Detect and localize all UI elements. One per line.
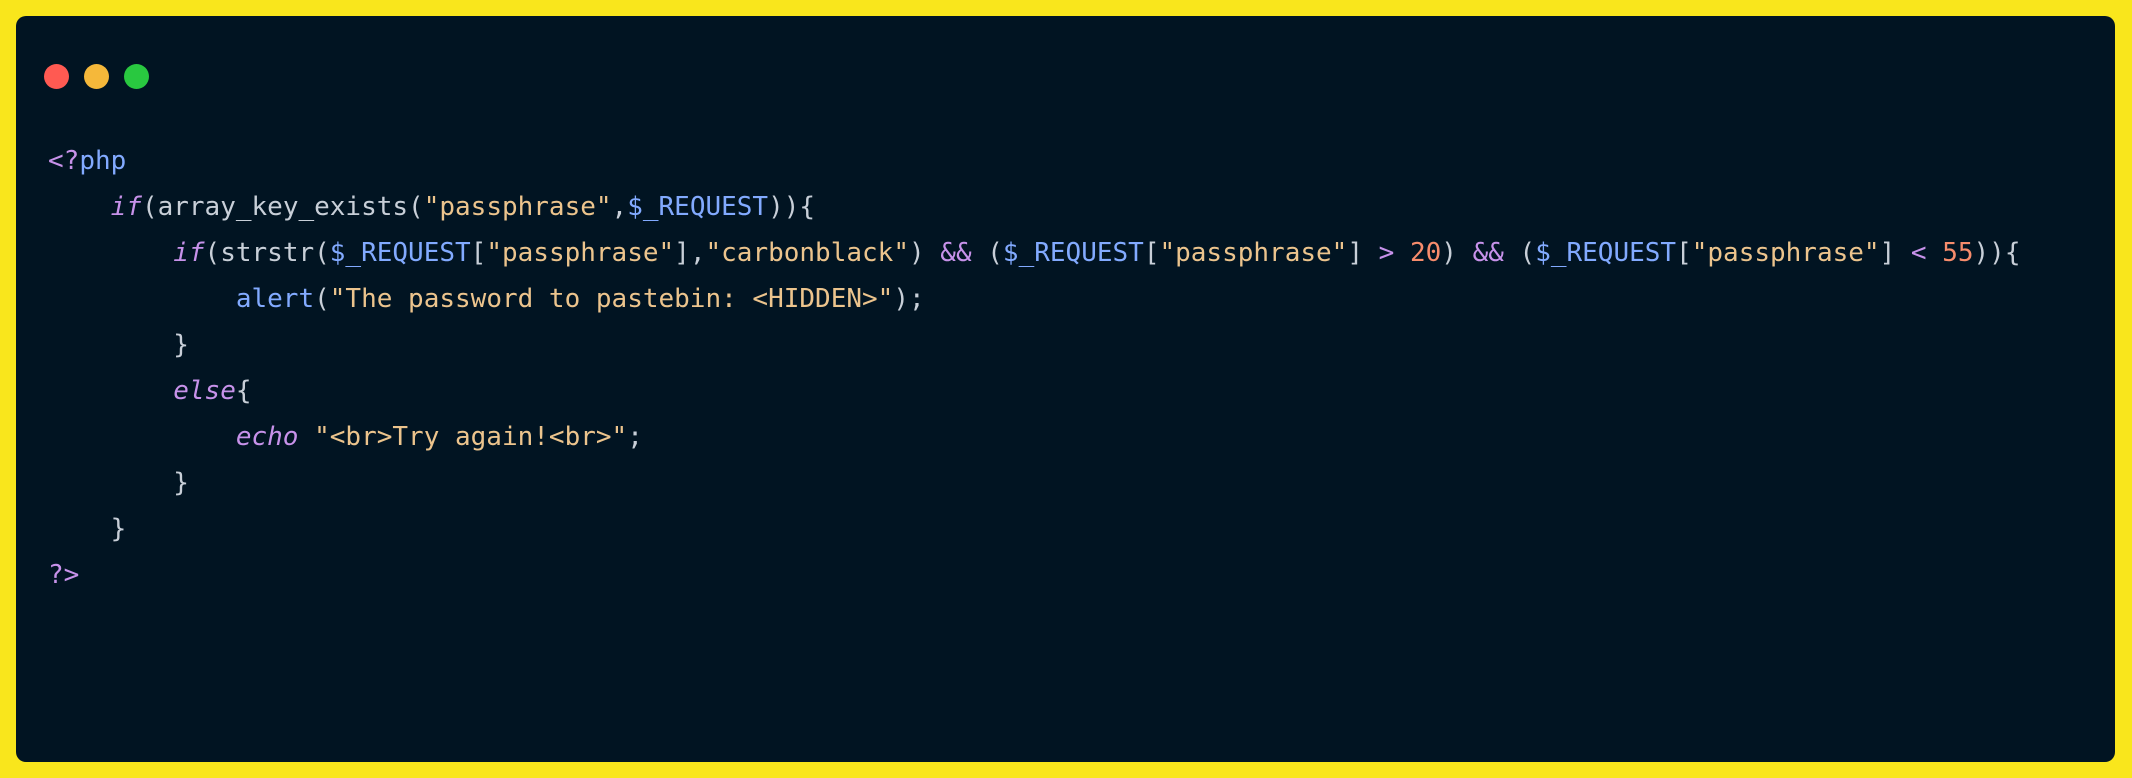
code-token: "carbonblack" [705,238,909,268]
code-token: $_REQUEST [627,192,769,222]
code-line: ?> [48,552,2020,598]
code-token: "passphrase" [1691,238,1880,268]
code-token: echo [235,422,299,452]
code-line: alert("The password to pastebin: <HIDDEN… [48,276,2020,322]
code-token: "<br>Try again!<br>" [314,422,628,452]
code-token: && [1472,238,1504,268]
code-token: alert [235,284,315,314]
code-token: else [173,376,236,406]
code-line: else{ [48,368,2020,414]
code-token: > [1378,238,1395,268]
code-line: <?php [48,138,2020,184]
code-block: <?php if(array_key_exists("passphrase",$… [48,138,2020,598]
code-token: ) [908,238,941,268]
code-line: } [48,322,2020,368]
code-token: [ [1676,238,1692,268]
code-token: ; [627,422,643,452]
code-token: ( [971,238,1003,268]
code-token: 55 [1942,238,1974,268]
code-token: (strstr( [204,238,330,268]
code-token: php [79,146,127,176]
code-token: "passphrase" [1159,238,1348,268]
code-token: ); [893,284,925,314]
code-token: <? [48,146,80,176]
code-token: ], [674,238,706,268]
code-token: < [1910,238,1927,268]
code-line: echo "<br>Try again!<br>"; [48,414,2020,460]
code-token: (array_key_exists( [141,192,424,222]
code-token: $_REQUEST [1535,238,1677,268]
code-token: "The password to pastebin: <HIDDEN>" [329,284,894,314]
code-token: "passphrase" [423,192,612,222]
code-token: ( [314,284,330,314]
code-token: ] [1347,238,1379,268]
code-line: } [48,460,2020,506]
code-line: if(array_key_exists("passphrase",$_REQUE… [48,184,2020,230]
code-token: { [235,376,252,406]
code-token: if [173,238,205,268]
close-dot-icon[interactable] [44,64,69,89]
code-token: [ [470,238,487,268]
minimize-dot-icon[interactable] [84,64,109,89]
code-token: ) [1441,238,1473,268]
code-token: )){ [1973,238,2021,268]
code-token: if [110,192,142,222]
code-token: } [48,330,189,360]
code-token: 20 [1409,238,1442,268]
code-token: ( [1503,238,1536,268]
code-token: ?> [48,560,80,590]
code-window: <?php if(array_key_exists("passphrase",$… [16,16,2115,762]
code-token: [ [1143,238,1160,268]
code-line: if(strstr($_REQUEST["passphrase"],"carbo… [48,230,2020,276]
code-token: , [611,192,628,222]
code-token: )){ [768,192,816,222]
window-controls [44,64,149,89]
code-token: } [48,514,127,544]
code-token: $_REQUEST [329,238,471,268]
code-token: ] [1879,238,1911,268]
code-token: "passphrase" [486,238,675,268]
code-token: && [940,238,972,268]
code-token: $_REQUEST [1002,238,1144,268]
code-line: } [48,506,2020,552]
maximize-dot-icon[interactable] [124,64,149,89]
code-token: } [48,468,189,498]
